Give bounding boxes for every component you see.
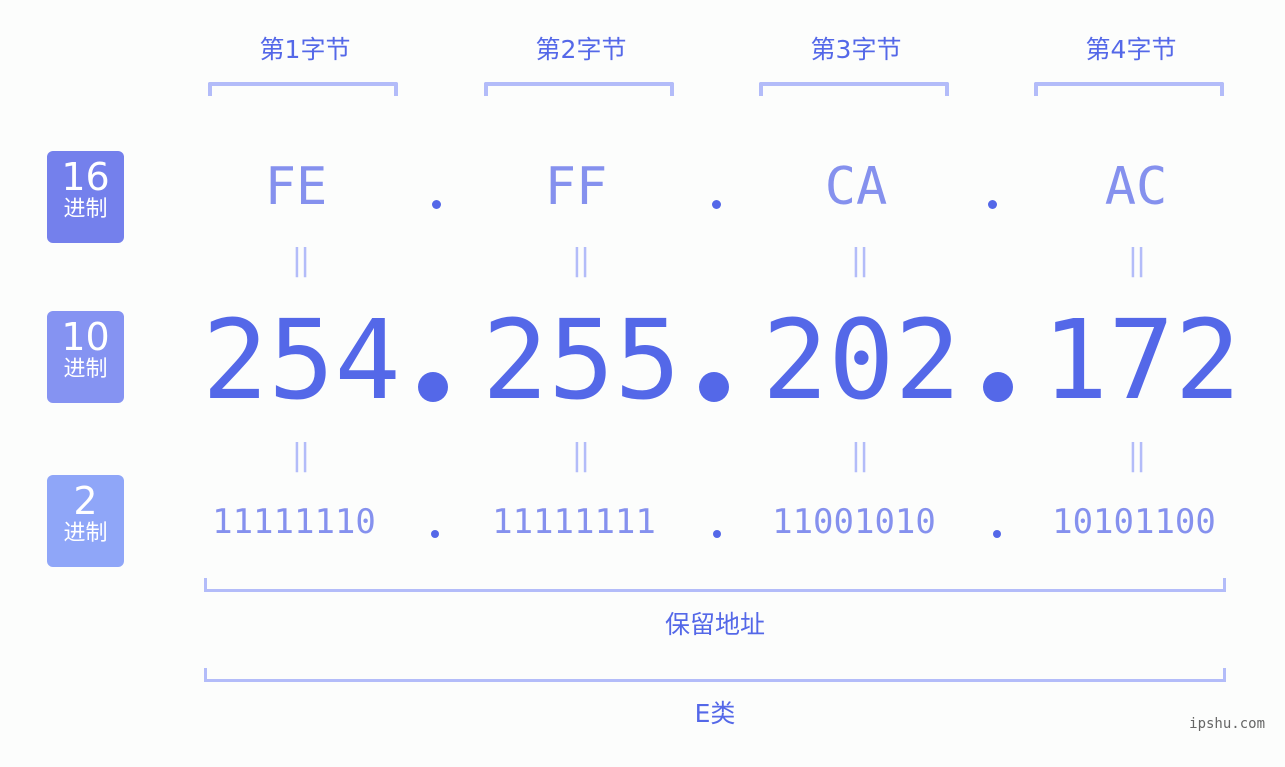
bin-byte-1: 11111110 — [212, 502, 376, 542]
bin-separator-dot — [993, 530, 1001, 538]
hex-separator-dot — [432, 200, 441, 209]
address-type-label: 保留地址 — [664, 610, 765, 639]
equals-sign: || — [291, 243, 310, 278]
hex-badge-unit: 进制 — [63, 197, 108, 222]
dec-badge-unit: 进制 — [63, 357, 108, 382]
hex-badge: 16 进制 — [47, 151, 124, 243]
dec-separator-dot — [983, 372, 1013, 402]
byte-1-bracket — [208, 82, 398, 96]
dec-byte-4: 172 — [1042, 296, 1241, 424]
hex-separator-dot — [988, 200, 997, 209]
dec-badge-number: 10 — [61, 315, 110, 359]
byte-1-label: 第1字节 — [259, 35, 351, 64]
byte-3-label: 第3字节 — [810, 35, 902, 64]
address-class-label: E类 — [694, 699, 736, 728]
equals-sign: || — [850, 243, 869, 278]
bin-badge-unit: 进制 — [63, 521, 108, 546]
hex-byte-1: FE — [264, 157, 328, 217]
bin-badge: 2 进制 — [47, 475, 124, 567]
address-class-bracket — [204, 668, 1226, 682]
bin-separator-dot — [431, 530, 439, 538]
bin-byte-2: 11111111 — [492, 502, 656, 542]
byte-3-bracket — [759, 82, 949, 96]
dec-byte-2: 255 — [482, 296, 681, 424]
dec-separator-dot — [418, 372, 448, 402]
equals-sign: || — [850, 438, 869, 473]
equals-sign: || — [291, 438, 310, 473]
hex-byte-2: FF — [544, 157, 608, 217]
equals-sign: || — [571, 438, 590, 473]
byte-4-label: 第4字节 — [1085, 35, 1177, 64]
hex-byte-4: AC — [1104, 157, 1168, 217]
watermark: ipshu.com — [1189, 716, 1265, 732]
bin-separator-dot — [713, 530, 721, 538]
dec-separator-dot — [699, 372, 729, 402]
bin-byte-3: 11001010 — [772, 502, 936, 542]
hex-separator-dot — [712, 200, 721, 209]
hex-badge-number: 16 — [61, 155, 110, 199]
address-type-bracket — [204, 578, 1226, 592]
dec-badge: 10 进制 — [47, 311, 124, 403]
bin-byte-4: 10101100 — [1052, 502, 1216, 542]
equals-sign: || — [1127, 438, 1146, 473]
bin-badge-number: 2 — [73, 479, 98, 523]
byte-4-bracket — [1034, 82, 1224, 96]
byte-2-label: 第2字节 — [535, 35, 627, 64]
dec-byte-1: 254 — [202, 296, 401, 424]
hex-byte-3: CA — [824, 157, 888, 217]
dec-byte-3: 202 — [762, 296, 961, 424]
equals-sign: || — [571, 243, 590, 278]
equals-sign: || — [1127, 243, 1146, 278]
byte-2-bracket — [484, 82, 674, 96]
